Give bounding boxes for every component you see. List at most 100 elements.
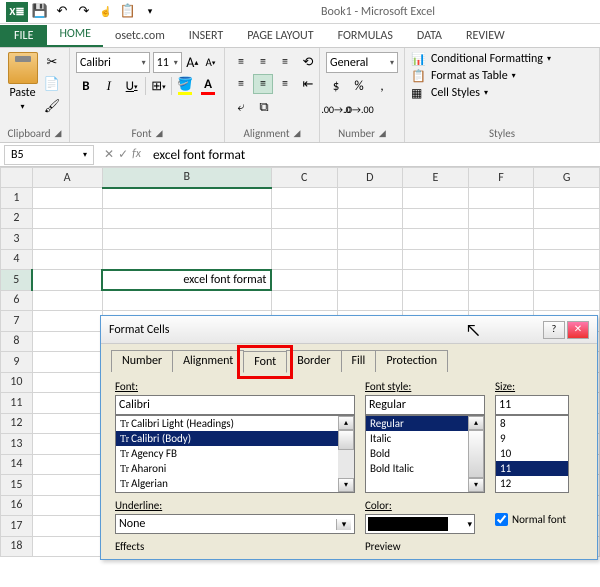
cell[interactable]: [271, 188, 337, 209]
comma-format-button[interactable]: ,: [372, 76, 392, 96]
scroll-down-button[interactable]: ▾: [338, 478, 354, 492]
name-box[interactable]: B5▾: [4, 145, 94, 165]
font-style-list[interactable]: Regular Italic Bold Bold Italic ▴▾: [365, 415, 485, 493]
row-header[interactable]: 16: [1, 495, 33, 516]
scroll-thumb[interactable]: [468, 430, 484, 478]
cell[interactable]: [32, 290, 102, 311]
accounting-format-button[interactable]: $: [326, 76, 346, 96]
list-item[interactable]: Regular: [366, 416, 468, 431]
cut-button[interactable]: ✂: [41, 52, 63, 72]
scroll-up-button[interactable]: ▴: [338, 416, 354, 430]
fill-color-button[interactable]: 🪣: [175, 76, 195, 96]
scroll-thumb[interactable]: [338, 430, 354, 450]
row-header[interactable]: 11: [1, 393, 33, 414]
normal-font-checkbox-input[interactable]: [495, 513, 508, 526]
clipboard-dialog-launcher[interactable]: ◢: [55, 128, 62, 139]
paste-button[interactable]: Paste ▾: [6, 52, 39, 127]
underline-button[interactable]: U ▾: [122, 76, 142, 96]
cell[interactable]: [32, 249, 102, 270]
borders-button[interactable]: ⊞▾: [149, 76, 169, 96]
cell[interactable]: [102, 188, 271, 209]
row-header[interactable]: 15: [1, 475, 33, 496]
tab-page-layout[interactable]: PAGE LAYOUT: [235, 25, 325, 47]
list-item[interactable]: 14: [496, 491, 568, 493]
cell[interactable]: [32, 270, 102, 291]
percent-format-button[interactable]: %: [349, 76, 369, 96]
format-as-table-button[interactable]: 📋Format as Table ▾: [411, 69, 593, 83]
scrollbar[interactable]: ▴▾: [468, 416, 484, 492]
column-header-e[interactable]: E: [403, 168, 469, 188]
cell[interactable]: [534, 290, 600, 311]
list-item[interactable]: TrAharoni: [116, 461, 338, 476]
tab-home[interactable]: HOME: [47, 23, 103, 47]
qat-dropdown-icon[interactable]: ▾: [140, 2, 160, 22]
font-dialog-launcher[interactable]: ◢: [156, 128, 163, 139]
cell[interactable]: [32, 331, 102, 352]
row-header[interactable]: 10: [1, 372, 33, 393]
undo-icon[interactable]: ↶: [52, 2, 72, 22]
cell[interactable]: [32, 311, 102, 332]
formula-input[interactable]: [147, 144, 600, 165]
cell[interactable]: [32, 188, 102, 209]
cell[interactable]: [32, 372, 102, 393]
dialog-tab-fill[interactable]: Fill: [341, 350, 377, 372]
list-item[interactable]: TrCalibri (Body): [116, 431, 338, 446]
cell[interactable]: [468, 249, 534, 270]
align-top-button[interactable]: ≡: [231, 52, 251, 72]
align-center-button[interactable]: ≡: [253, 74, 273, 94]
row-header[interactable]: 18: [1, 536, 33, 557]
row-header[interactable]: 2: [1, 208, 33, 229]
size-list[interactable]: 8 9 10 11 12 14: [495, 415, 569, 493]
cell[interactable]: [534, 188, 600, 209]
save-icon[interactable]: 💾: [30, 2, 50, 22]
copy-button[interactable]: 📄: [41, 74, 63, 94]
cell[interactable]: [337, 229, 403, 250]
font-style-input[interactable]: [365, 395, 485, 415]
font-name-input[interactable]: [115, 395, 355, 415]
enter-formula-button[interactable]: ✓: [118, 147, 128, 162]
cell[interactable]: [102, 208, 271, 229]
cell[interactable]: [403, 188, 469, 209]
list-item[interactable]: TrAlgerian: [116, 476, 338, 491]
shrink-font-button[interactable]: A▾: [203, 53, 218, 73]
cell[interactable]: [32, 454, 102, 475]
cell[interactable]: [534, 270, 600, 291]
cell[interactable]: [271, 290, 337, 311]
bold-button[interactable]: B: [76, 76, 96, 96]
row-header[interactable]: 4: [1, 249, 33, 270]
list-item[interactable]: TrCalibri Light (Headings): [116, 416, 338, 431]
font-name-combo[interactable]: Calibri▾: [76, 52, 150, 73]
cell[interactable]: [403, 290, 469, 311]
grow-font-button[interactable]: A▴: [185, 53, 200, 73]
cell-styles-button[interactable]: ▦Cell Styles ▾: [411, 86, 593, 100]
cell[interactable]: [32, 393, 102, 414]
number-dialog-launcher[interactable]: ◢: [379, 128, 386, 139]
tab-formulas[interactable]: FORMULAS: [326, 25, 405, 47]
font-list[interactable]: TrCalibri Light (Headings) TrCalibri (Bo…: [115, 415, 355, 493]
cell[interactable]: [468, 270, 534, 291]
cell[interactable]: [468, 208, 534, 229]
orientation-button[interactable]: ⟲: [298, 52, 318, 72]
cell[interactable]: [32, 229, 102, 250]
italic-button[interactable]: I: [99, 76, 119, 96]
cell[interactable]: [32, 516, 102, 537]
cell[interactable]: [403, 249, 469, 270]
cell[interactable]: [403, 208, 469, 229]
dialog-tab-number[interactable]: Number: [111, 350, 173, 372]
row-header[interactable]: 14: [1, 454, 33, 475]
row-header[interactable]: 8: [1, 331, 33, 352]
cell[interactable]: [32, 475, 102, 496]
align-left-button[interactable]: ≡: [231, 74, 251, 94]
align-middle-button[interactable]: ≡: [253, 52, 273, 72]
tab-review[interactable]: REVIEW: [454, 25, 517, 47]
cell[interactable]: [32, 413, 102, 434]
row-header[interactable]: 12: [1, 413, 33, 434]
list-item[interactable]: Bold: [366, 446, 468, 461]
list-item[interactable]: Italic: [366, 431, 468, 446]
row-header[interactable]: 13: [1, 434, 33, 455]
cell[interactable]: [468, 290, 534, 311]
dialog-tab-font[interactable]: Font: [243, 351, 287, 373]
cell[interactable]: [403, 229, 469, 250]
underline-combo[interactable]: None▾: [115, 514, 355, 534]
cell[interactable]: [32, 352, 102, 373]
